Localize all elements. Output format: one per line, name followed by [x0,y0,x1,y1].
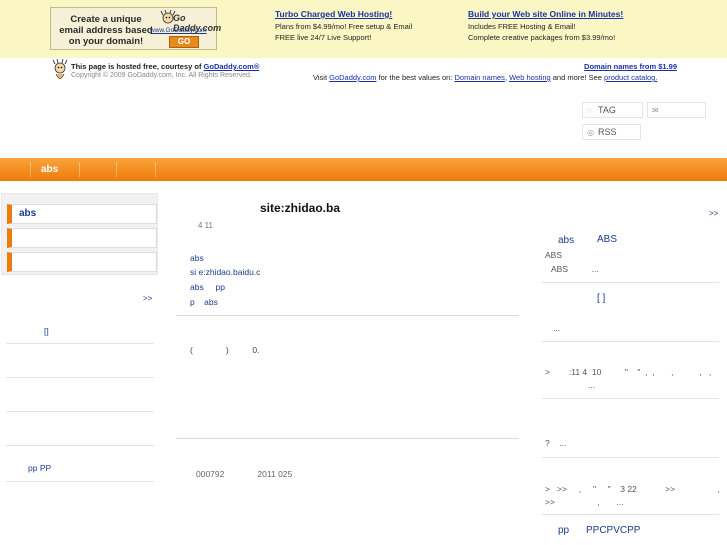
promo-builder-line-2: Complete creative packages from $3.99/mo… [468,33,616,42]
hosting-ad-banner: Create a unique email address based on y… [0,0,727,58]
content-divider [176,315,519,316]
right-subtext: ABS [545,250,563,260]
content-link[interactable]: p abs [190,297,218,307]
hosted-free-notice: This page is hosted free, courtesy of Go… [71,62,259,71]
post-meta: 4 11 [198,221,213,230]
nav-separator [155,162,156,177]
left-list-item[interactable] [6,361,154,378]
godaddy-link[interactable]: GoDaddy.com® [204,62,260,71]
rss-icon: ◎ [587,128,594,137]
right-subtext: ABS ... [551,264,599,274]
right-link-pp[interactable]: pp [558,525,569,536]
visit-domain-link[interactable]: Domain names [454,73,504,82]
ad-line-1: Create a unique [70,14,142,25]
tag-icon: ◌ [587,106,592,115]
right-link-ppcpvcpp[interactable]: PPCPVCPP [586,525,640,536]
right-snippet: ... [553,323,561,333]
left-tab-abs[interactable]: abs [7,204,157,224]
content-link[interactable]: abs pp [190,282,225,292]
tag-label: TAG [598,105,616,115]
nav-separator [116,162,117,177]
right-link-bracket[interactable]: [ ] [597,293,605,304]
mail-icon: ✉ [652,106,659,115]
domain-names-link[interactable]: Domain names from $1.99 [584,62,677,71]
nav-item-abs[interactable]: abs [41,158,58,181]
right-snippet: ... [588,380,596,390]
visit-more: and more! See [550,73,605,82]
right-snippet: >> , ... [545,497,624,507]
content-link[interactable]: si e:zhidao.baidu.c [190,267,260,277]
left-list-item[interactable]: pp PP [6,463,154,482]
right-more-link[interactable]: >> [709,209,718,218]
left-more-link[interactable]: >> [143,294,152,303]
right-divider [542,398,719,399]
godaddy-guy-icon [52,59,68,79]
visit-hosting-link[interactable]: Web hosting [509,73,551,82]
right-divider [542,282,719,283]
ad-line-3: on your domain! [68,36,144,47]
right-snippet: > >> , " " 3 22 >> , [545,484,720,494]
content-link[interactable]: abs [190,253,204,263]
promo-website-builder: Build your Web site Online in Minutes! I… [468,9,623,43]
godaddy-url[interactable]: www.GoDaddy.com [150,27,207,34]
promo-hosting-line-1: Plans from $4.99/mo! Free setup & Email [275,22,413,31]
hosted-text: This page is hosted free, courtesy of [71,62,204,71]
promo-web-hosting: Turbo Charged Web Hosting! Plans from $4… [275,9,412,43]
right-link-abs[interactable]: abs [558,235,574,246]
copyright-text: Copyright © 2009 GoDaddy.com, Inc. All R… [71,72,252,79]
content-quote: ( ) 0. [190,345,260,355]
left-tab-3[interactable] [7,252,157,272]
left-list-item[interactable] [6,429,154,446]
left-list-item[interactable] [6,395,154,412]
right-snippet: ? ... [545,438,567,448]
ad-line-2: email address based [59,25,153,36]
nav-separator [79,162,80,177]
right-link-ABS[interactable]: ABS [597,234,617,245]
right-divider [542,457,719,458]
promo-builder-line-1: Includes FREE Hosting & Email! [468,22,576,31]
content-footer: 000792 2011 025 [196,469,293,479]
nav-separator [30,162,31,177]
visit-godaddy-line: Visit GoDaddy.com for the best values on… [313,73,657,82]
main-nav-bar: abs [0,158,727,181]
visit-catalog-link[interactable]: product catalog. [604,73,657,82]
godaddy-email-ad[interactable]: Create a unique email address based on y… [50,7,221,50]
left-tab-2[interactable] [7,228,157,248]
right-snippet: > :11 4 10 " " , , , , , [545,367,712,377]
promo-hosting-line-2: FREE live 24/7 Live Support! [275,33,372,42]
promo-builder-title[interactable]: Build your Web site Online in Minutes! [468,9,623,20]
content-divider [176,438,519,439]
visit-prefix: Visit [313,73,330,82]
email-button[interactable]: ✉ [647,102,706,118]
visit-mid: for the best values on: [376,73,455,82]
go-button[interactable]: GO [169,36,199,48]
tag-button[interactable]: ◌ TAG [582,102,643,118]
visit-godaddy-link[interactable]: GoDaddy.com [329,73,376,82]
rss-button[interactable]: ◎ RSS [582,124,641,140]
rss-label: RSS [598,127,617,137]
left-tab-panel: abs [1,193,158,275]
page-title: site:zhidao.ba [260,201,341,215]
left-list-item[interactable]: [] [6,326,154,344]
right-divider [542,514,719,515]
right-divider [542,341,719,342]
promo-hosting-title[interactable]: Turbo Charged Web Hosting! [275,9,412,20]
